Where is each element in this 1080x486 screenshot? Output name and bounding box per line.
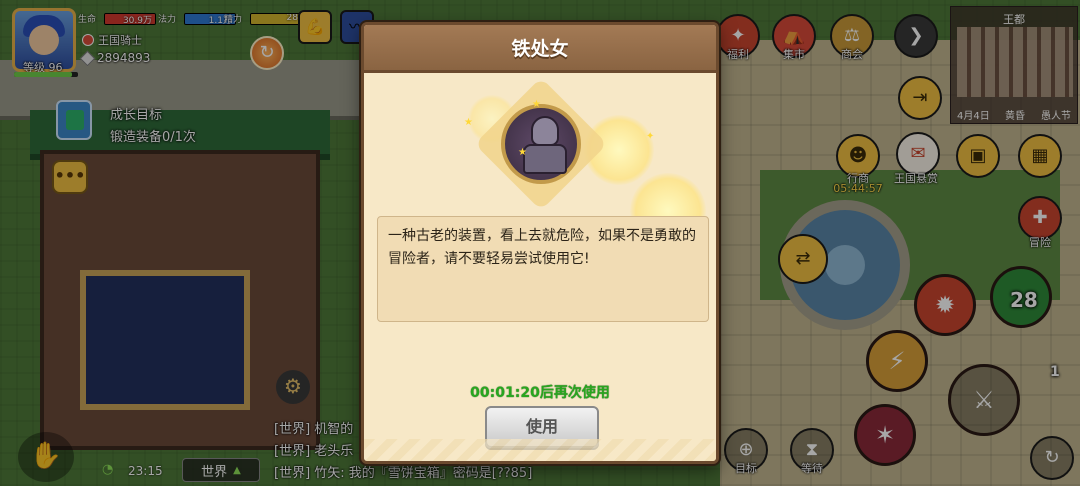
dialog-title: 铁处女 bbox=[511, 38, 569, 60]
star-icon: ★ bbox=[518, 147, 527, 158]
star-icon: ✦ bbox=[646, 131, 655, 142]
star-icon: ★ bbox=[464, 117, 473, 128]
statue-body bbox=[523, 144, 567, 174]
iron-maiden-icon bbox=[501, 104, 581, 184]
item-description: 一种古老的装置，看上去就危险，如果不是勇敢的冒险者，请不要轻易尝试使用它! bbox=[388, 228, 696, 267]
dialog-footer-pattern bbox=[364, 439, 716, 461]
statue-head bbox=[531, 116, 559, 146]
item-dialog: 铁处女 ★ ★ ★ ★ ✦ 一种古老的装置，看上去就危险，如果不是勇敢的冒险者，… bbox=[361, 22, 719, 464]
cooldown-timer: 00:01:20后再次使用 bbox=[470, 385, 610, 401]
description-box: 一种古老的装置，看上去就危险，如果不是勇敢的冒险者，请不要轻易尝试使用它! bbox=[377, 216, 709, 322]
star-icon: ★ bbox=[532, 99, 541, 110]
